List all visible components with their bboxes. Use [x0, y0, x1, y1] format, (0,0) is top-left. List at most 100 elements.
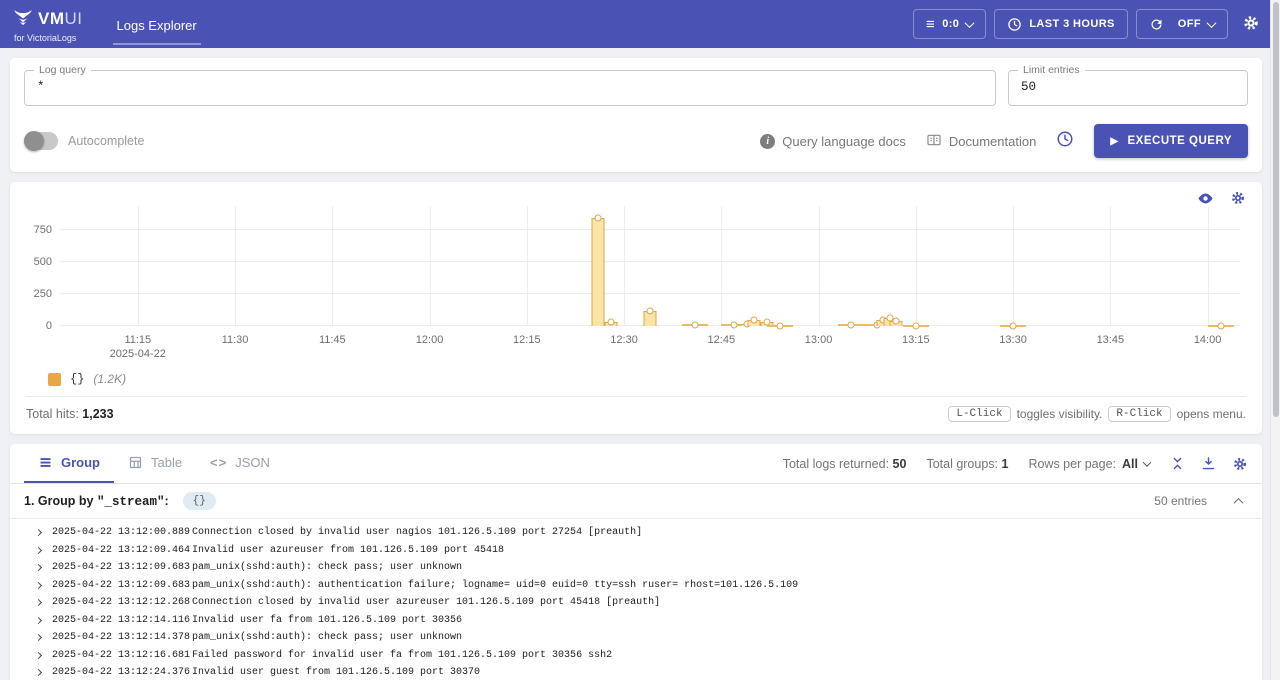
chevron-right-icon[interactable] — [35, 564, 42, 571]
execute-query-button[interactable]: ▶ EXECUTE QUERY — [1094, 124, 1248, 158]
tab-group[interactable]: Group — [24, 444, 114, 483]
y-axis-tick-label: 250 — [34, 288, 52, 300]
code-icon: <> — [210, 455, 227, 470]
group-header: 1. Group by "_stream": {} 50 entries — [10, 484, 1262, 519]
chevron-right-icon[interactable] — [35, 547, 42, 554]
log-row[interactable]: 2025-04-22 13:12:09.683pam_unix(sshd:aut… — [10, 559, 1262, 577]
l-click-text: toggles visibility. — [1017, 407, 1103, 421]
query-docs-label: Query language docs — [782, 134, 906, 149]
log-timestamp: 2025-04-22 13:12:09.683 — [52, 580, 192, 591]
log-timestamp: 2025-04-22 13:12:09.464 — [52, 545, 192, 556]
rows-per-page-selector[interactable]: Rows per page: All — [1028, 457, 1150, 471]
vmui-logo[interactable]: VMUI for VictoriaLogs — [12, 6, 83, 43]
x-gridline — [1110, 206, 1111, 326]
y-axis-tick-label: 750 — [34, 224, 52, 236]
chart-bar[interactable] — [592, 218, 605, 327]
toggle-knob — [24, 131, 44, 151]
chevron-down-icon — [1207, 18, 1217, 28]
chevron-right-icon[interactable] — [35, 617, 42, 624]
tenant-selector[interactable]: ≡ 0:0 — [913, 9, 986, 39]
results-settings-gear-icon[interactable] — [1232, 456, 1248, 472]
hits-bar-chart[interactable]: 025050075011:152025-04-2211:3011:4512:00… — [26, 204, 1246, 362]
log-message: pam_unix(sshd:auth): check pass; user un… — [192, 632, 462, 643]
log-timestamp: 2025-04-22 13:12:14.378 — [52, 632, 192, 643]
l-click-chip: L-Click — [948, 406, 1010, 422]
refresh-icon[interactable] — [1149, 17, 1164, 32]
limit-entries-input[interactable]: 50 — [1021, 80, 1235, 94]
tenant-value: 0:0 — [942, 18, 959, 30]
log-row[interactable]: 2025-04-22 13:12:14.378pam_unix(sshd:aut… — [10, 629, 1262, 647]
chart-point-marker[interactable] — [692, 322, 699, 329]
chart-point-marker[interactable] — [731, 322, 738, 329]
tab-json[interactable]: <> JSON — [196, 444, 284, 483]
hits-chart-panel: 025050075011:152025-04-2211:3011:4512:00… — [10, 182, 1262, 434]
chart-point-marker[interactable] — [847, 322, 854, 329]
app-subtitle: for VictoriaLogs — [12, 34, 83, 43]
query-history-button[interactable] — [1056, 130, 1074, 153]
log-row[interactable]: 2025-04-22 13:12:12.268Connection closed… — [10, 594, 1262, 612]
log-row[interactable]: 2025-04-22 13:12:16.681Failed password f… — [10, 647, 1262, 665]
log-query-input[interactable]: * — [37, 80, 983, 94]
tab-table[interactable]: Table — [114, 444, 196, 483]
results-panel: Group Table <> JSON Total logs returned:… — [10, 444, 1262, 680]
log-row[interactable]: 2025-04-22 13:12:09.464Invalid user azur… — [10, 542, 1262, 560]
scrollbar-thumb[interactable] — [1273, 2, 1279, 417]
autorefresh-value: OFF — [1178, 18, 1201, 30]
autorefresh-selector[interactable]: OFF — [1178, 18, 1215, 30]
autocomplete-toggle[interactable] — [24, 132, 58, 150]
total-hits-value: 1,233 — [82, 407, 113, 421]
legend-hint: L-Click toggles visibility. R-Click open… — [948, 406, 1246, 422]
chart-point-marker[interactable] — [750, 317, 757, 324]
log-timestamp: 2025-04-22 13:12:24.376 — [52, 667, 192, 678]
chart-point-marker[interactable] — [776, 322, 783, 329]
documentation-link[interactable]: Documentation — [926, 132, 1036, 151]
query-language-docs-link[interactable]: i Query language docs — [760, 134, 906, 149]
log-query-field[interactable]: Log query * — [24, 70, 996, 106]
x-axis-tick-label: 13:30 — [999, 333, 1027, 347]
download-icon[interactable] — [1201, 456, 1216, 471]
chevron-up-icon[interactable] — [1234, 497, 1244, 507]
limit-entries-label: Limit entries — [1018, 64, 1085, 76]
vertical-scrollbar[interactable] — [1270, 0, 1280, 680]
eye-icon[interactable] — [1197, 190, 1214, 207]
log-timestamp: 2025-04-22 13:12:09.683 — [52, 562, 192, 573]
log-row[interactable]: 2025-04-22 13:12:00.889Connection closed… — [10, 524, 1262, 542]
chevron-right-icon[interactable] — [35, 529, 42, 536]
chevron-right-icon[interactable] — [35, 652, 42, 659]
autorefresh-group: OFF — [1136, 9, 1228, 39]
global-settings-button[interactable] — [1236, 14, 1266, 35]
time-range-selector[interactable]: LAST 3 HOURS — [994, 9, 1127, 39]
chart-point-marker[interactable] — [893, 317, 900, 324]
x-axis-tick-label: 14:00 — [1194, 333, 1222, 347]
log-row[interactable]: 2025-04-22 13:12:14.116Invalid user fa f… — [10, 612, 1262, 630]
log-list: 2025-04-22 13:12:00.889Connection closed… — [10, 519, 1262, 680]
chart-point-marker[interactable] — [608, 319, 615, 326]
chart-point-marker[interactable] — [912, 322, 919, 329]
group-stream-chip[interactable]: {} — [183, 492, 216, 510]
query-panel: Log query * Limit entries 50 Autocomplet… — [10, 58, 1262, 172]
tenant-icon: ≡ — [926, 17, 935, 32]
chevron-right-icon[interactable] — [35, 582, 42, 589]
chevron-right-icon[interactable] — [35, 669, 42, 676]
chart-point-marker[interactable] — [595, 214, 602, 221]
limit-entries-field[interactable]: Limit entries 50 — [1008, 70, 1248, 106]
x-axis-tick-label: 12:30 — [610, 333, 638, 347]
chart-point-marker[interactable] — [647, 308, 654, 315]
log-row[interactable]: 2025-04-22 13:12:09.683pam_unix(sshd:aut… — [10, 577, 1262, 595]
chart-legend[interactable]: {} (1.2K) — [26, 372, 1246, 386]
chevron-down-icon — [1143, 458, 1151, 466]
chart-point-marker[interactable] — [1010, 322, 1017, 329]
chart-point-marker[interactable] — [1217, 322, 1224, 329]
x-gridline — [527, 206, 528, 326]
chart-settings-gear-icon[interactable] — [1230, 190, 1246, 207]
log-timestamp: 2025-04-22 13:12:00.889 — [52, 527, 192, 538]
x-axis-tick-label: 11:30 — [222, 333, 249, 347]
legend-series-label: {} — [70, 372, 84, 386]
chevron-right-icon[interactable] — [35, 634, 42, 641]
collapse-all-icon[interactable] — [1170, 456, 1185, 471]
tab-table-label: Table — [151, 455, 182, 470]
log-row[interactable]: 2025-04-22 13:12:24.376Invalid user gues… — [10, 664, 1262, 680]
x-axis-tick-label: 13:45 — [1097, 333, 1125, 347]
chevron-right-icon[interactable] — [35, 599, 42, 606]
tab-logs-explorer[interactable]: Logs Explorer — [113, 4, 201, 45]
